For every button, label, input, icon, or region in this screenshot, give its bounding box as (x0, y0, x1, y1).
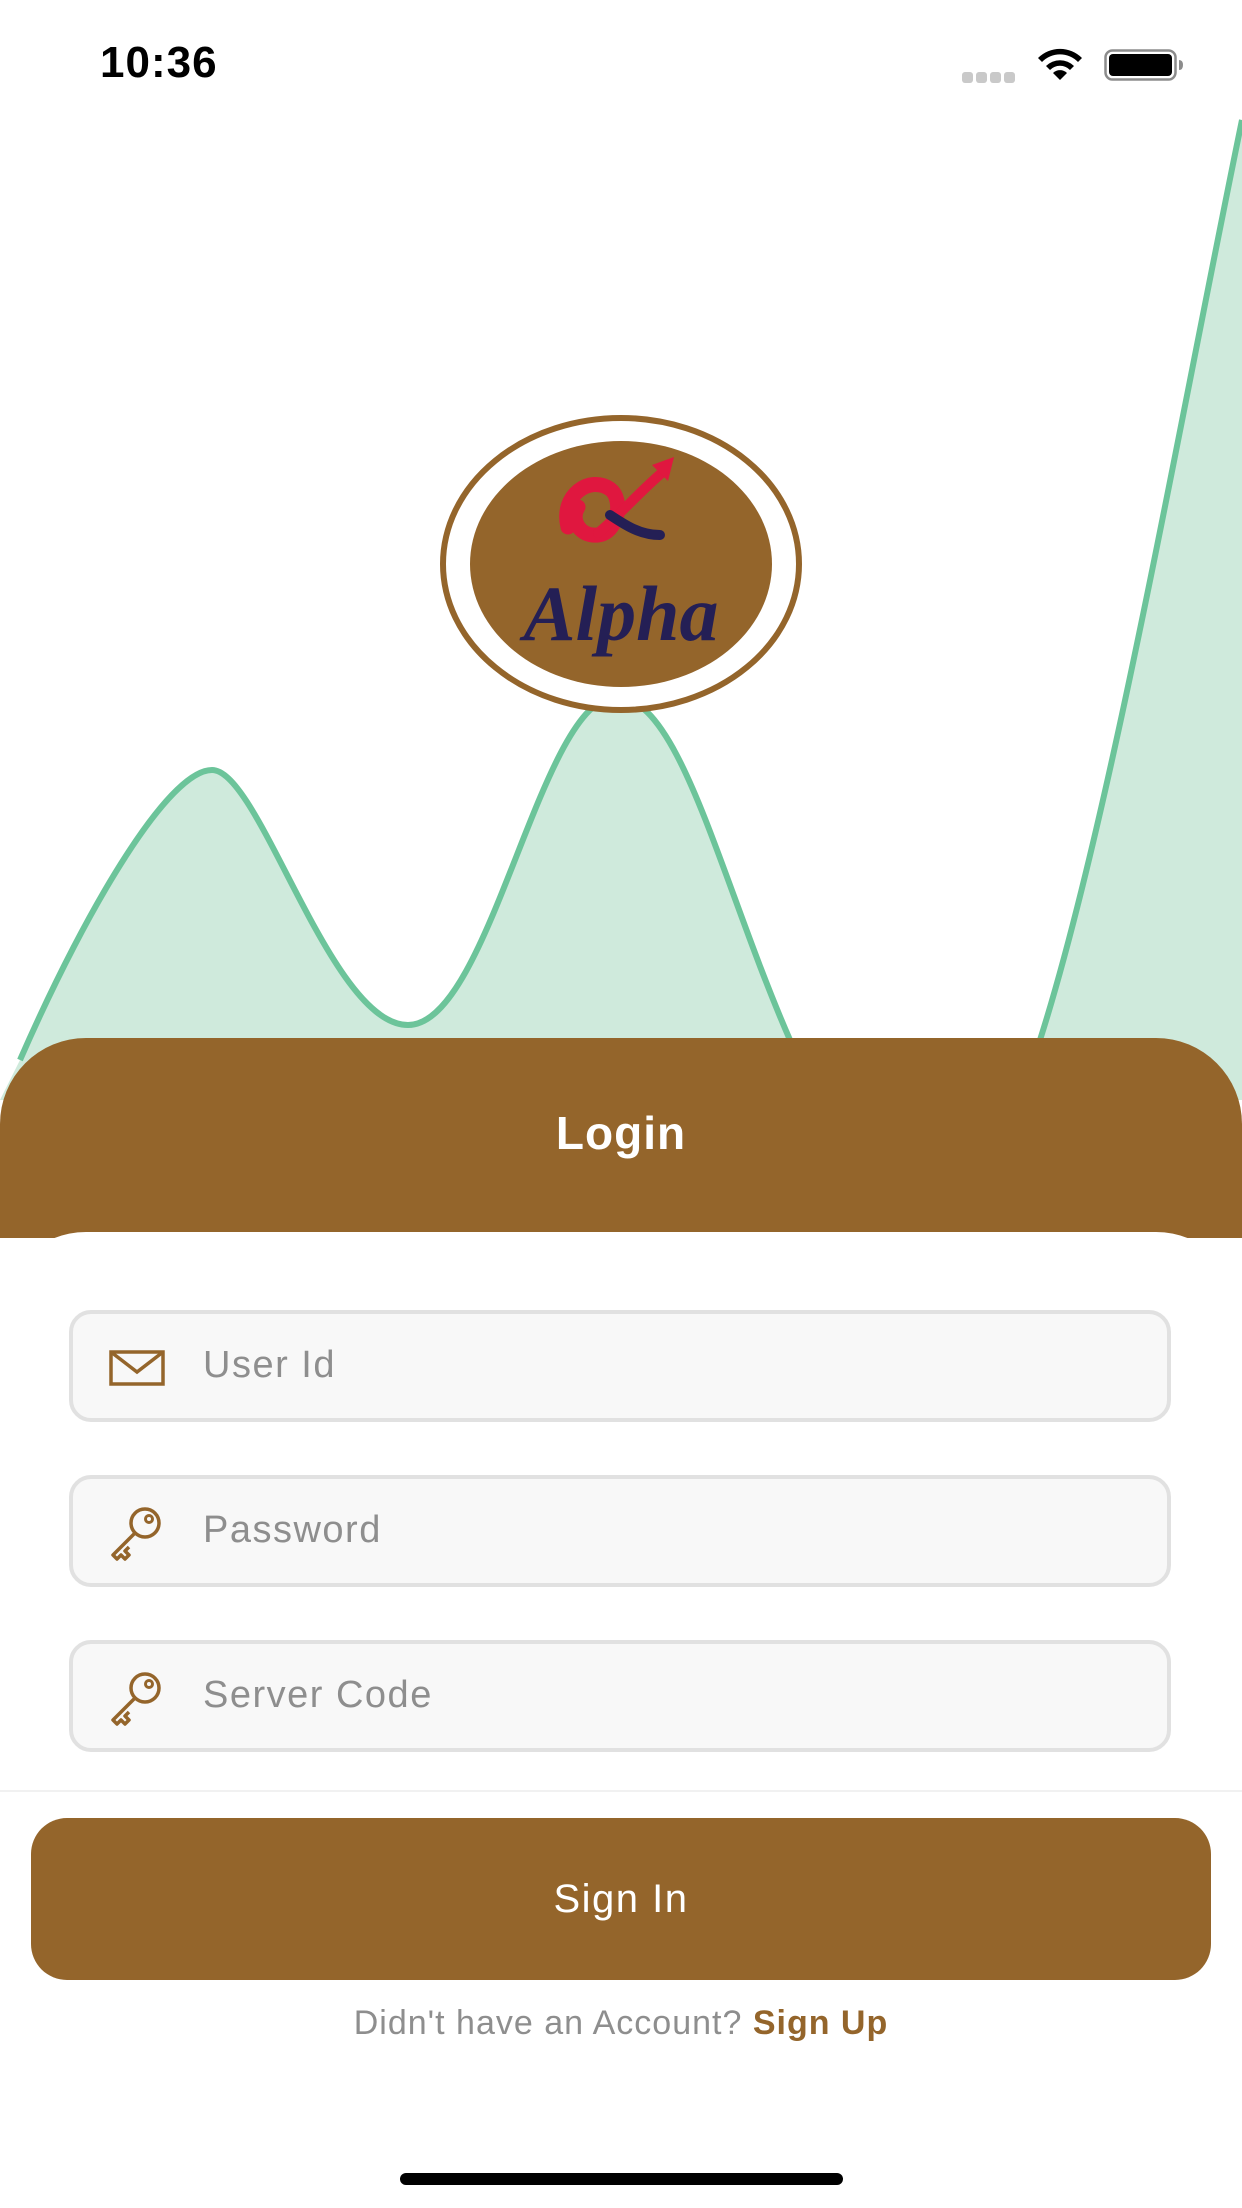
mail-icon (109, 1350, 165, 1386)
password-placeholder: Password (203, 1509, 382, 1551)
login-title: Login (555, 1107, 687, 1159)
status-bar: 10:36 (0, 0, 1242, 130)
sign-in-label: Sign In (553, 1876, 689, 1921)
server-code-field[interactable]: Server Code (69, 1640, 1171, 1752)
key-icon (111, 1507, 161, 1561)
signup-prompt-line: Didn't have an Account? Sign Up (0, 2004, 1242, 2043)
home-indicator (400, 2173, 843, 2185)
alpha-logo: Alpha (440, 415, 802, 713)
sign-up-link[interactable]: Sign Up (753, 2004, 888, 2042)
server-code-placeholder: Server Code (203, 1674, 433, 1716)
divider (0, 1790, 1242, 1792)
user-id-field[interactable]: User Id (69, 1310, 1171, 1422)
signup-prompt-text: Didn't have an Account? (353, 2004, 743, 2042)
battery-icon (1104, 49, 1183, 81)
status-time: 10:36 (100, 38, 218, 87)
sign-in-button[interactable]: Sign In (31, 1818, 1211, 1980)
logo-text: Alpha (518, 570, 718, 657)
wifi-icon (1038, 48, 1082, 80)
password-field[interactable]: Password (69, 1475, 1171, 1587)
key-icon (111, 1672, 161, 1726)
user-id-placeholder: User Id (203, 1344, 336, 1386)
signal-dots-icon (962, 70, 1018, 83)
